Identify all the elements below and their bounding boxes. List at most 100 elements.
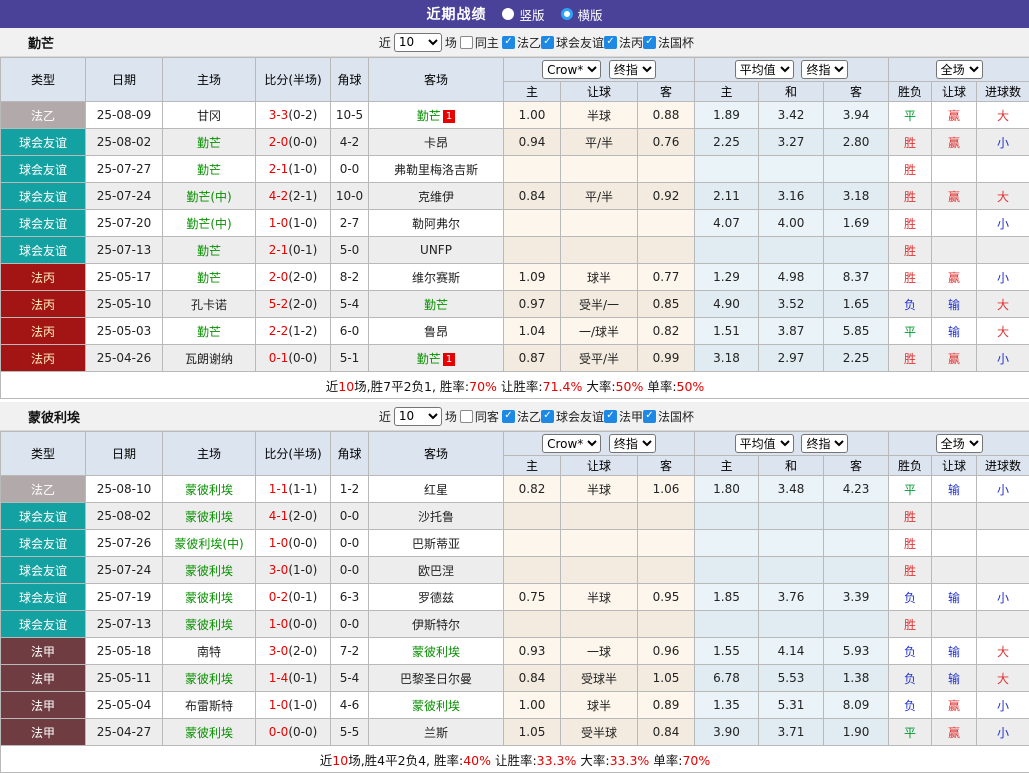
layout-vertical-option[interactable]: 竖版 <box>502 5 544 24</box>
avg-home-odds: 2.25 <box>695 129 759 156</box>
odds-time-select[interactable]: 终指 <box>609 60 656 79</box>
halftime-score: (1-1) <box>288 482 317 496</box>
score-cell: 2-0(0-0) <box>256 129 331 156</box>
handicap-line: 球半 <box>561 692 638 719</box>
halftime-score: (0-0) <box>288 617 317 631</box>
scope-select[interactable]: 全场 <box>936 434 983 453</box>
column-header-date: 日期 <box>86 432 163 476</box>
radio-selected-icon[interactable] <box>561 8 573 20</box>
match-date: 25-05-04 <box>86 692 163 719</box>
match-row: 球会友谊25-07-13勤芒2-1(0-1)5-0UNFP胜 <box>1 237 1029 264</box>
checkbox-icon[interactable] <box>502 36 515 49</box>
league-badge: 球会友谊 <box>1 210 86 237</box>
subheader-avg-home: 主 <box>695 456 759 476</box>
match-date: 25-07-24 <box>86 557 163 584</box>
column-header-home: 主场 <box>163 432 256 476</box>
checkbox-icon[interactable] <box>604 36 617 49</box>
league-filter[interactable]: 球会友谊 <box>541 34 604 51</box>
team-section: 蒙彼利埃 近 10 场 同客 法乙球会友谊法甲法国杯 <box>0 402 1029 773</box>
summary-part: 33.3% <box>537 753 577 768</box>
same-venue-checkbox-icon[interactable] <box>460 410 473 423</box>
score-cell: 1-0(0-0) <box>256 611 331 638</box>
match-row: 法丙25-05-03勤芒2-2(1-2)6-0鲁昂1.04一/球半0.821.5… <box>1 318 1029 345</box>
checkbox-icon[interactable] <box>502 410 515 423</box>
score-cell: 0-0(0-0) <box>256 719 331 746</box>
home-team: 蒙彼利埃 <box>163 503 256 530</box>
match-row: 球会友谊25-07-24勤芒(中)4-2(2-1)10-0克维伊0.84平/半0… <box>1 183 1029 210</box>
result-handicap: 赢 <box>932 102 977 129</box>
league-filter-label: 球会友谊 <box>556 34 604 51</box>
column-header-score: 比分(半场) <box>256 58 331 102</box>
league-filter[interactable]: 法丙 <box>604 34 643 51</box>
avg-home-odds: 2.11 <box>695 183 759 210</box>
avg-draw-odds: 3.42 <box>759 102 824 129</box>
avg-time-select[interactable]: 终指 <box>801 60 848 79</box>
same-venue-filter[interactable]: 同主 <box>460 34 499 51</box>
games-label: 场 <box>445 34 457 51</box>
away-team: 勤芒 <box>369 291 504 318</box>
league-filter[interactable]: 法国杯 <box>643 34 694 51</box>
filters: 近 10 场 同主 法乙球会友谊法丙法国杯 <box>379 33 694 52</box>
league-filter[interactable]: 球会友谊 <box>541 408 604 425</box>
match-count-select[interactable]: 10 <box>394 407 442 426</box>
match-count-select[interactable]: 10 <box>394 33 442 52</box>
league-filter[interactable]: 法甲 <box>604 408 643 425</box>
odds-source-select[interactable]: Crow* <box>542 60 601 79</box>
league-filter[interactable]: 法国杯 <box>643 408 694 425</box>
result-goals <box>977 156 1029 183</box>
handicap-home-odds: 1.04 <box>504 318 561 345</box>
near-label: 近 <box>379 408 391 425</box>
handicap-away-odds: 0.77 <box>638 264 695 291</box>
result-goals <box>977 530 1029 557</box>
league-badge: 法丙 <box>1 264 86 291</box>
result-outcome: 胜 <box>889 503 932 530</box>
league-filter[interactable]: 法乙 <box>502 408 541 425</box>
checkbox-icon[interactable] <box>541 410 554 423</box>
avg-source-select[interactable]: 平均值 <box>735 60 794 79</box>
league-badge: 法丙 <box>1 345 86 372</box>
score-cell: 1-0(0-0) <box>256 530 331 557</box>
checkbox-icon[interactable] <box>604 410 617 423</box>
avg-away-odds: 1.90 <box>824 719 889 746</box>
match-row: 法甲25-04-27蒙彼利埃0-0(0-0)5-5兰斯1.05受半球0.843.… <box>1 719 1029 746</box>
away-team: 红星 <box>369 476 504 503</box>
result-handicap: 输 <box>932 291 977 318</box>
league-filter-label: 法国杯 <box>658 408 694 425</box>
same-venue-filter[interactable]: 同客 <box>460 408 499 425</box>
checkbox-icon[interactable] <box>643 36 656 49</box>
corner-cell: 0-0 <box>331 557 369 584</box>
league-filter-label: 法国杯 <box>658 34 694 51</box>
home-team: 甘冈 <box>163 102 256 129</box>
layout-horizontal-option[interactable]: 横版 <box>561 5 603 24</box>
checkbox-icon[interactable] <box>643 410 656 423</box>
away-team: 卡昂 <box>369 129 504 156</box>
scope-select[interactable]: 全场 <box>936 60 983 79</box>
avg-draw-odds: 5.31 <box>759 692 824 719</box>
avg-away-odds: 8.09 <box>824 692 889 719</box>
score-cell: 3-3(0-2) <box>256 102 331 129</box>
league-filter[interactable]: 法乙 <box>502 34 541 51</box>
scope-group-header: 全场 <box>889 432 1029 456</box>
avg-away-odds <box>824 611 889 638</box>
handicap-line: 平/半 <box>561 183 638 210</box>
same-venue-label: 同主 <box>475 34 499 51</box>
checkbox-icon[interactable] <box>541 36 554 49</box>
match-row: 法丙25-05-10孔卡诺5-2(2-0)5-4勤芒0.97受半/一0.854.… <box>1 291 1029 318</box>
result-outcome: 平 <box>889 719 932 746</box>
radio-unselected-icon[interactable] <box>502 8 514 20</box>
away-team: 克维伊 <box>369 183 504 210</box>
league-filter-label: 法丙 <box>619 34 643 51</box>
odds-time-select[interactable]: 终指 <box>609 434 656 453</box>
same-venue-checkbox-icon[interactable] <box>460 36 473 49</box>
avg-time-select[interactable]: 终指 <box>801 434 848 453</box>
match-date: 25-08-02 <box>86 503 163 530</box>
halftime-score: (0-0) <box>288 135 317 149</box>
result-outcome: 胜 <box>889 345 932 372</box>
corner-cell: 1-2 <box>331 476 369 503</box>
handicap-away-odds: 0.84 <box>638 719 695 746</box>
match-date: 25-05-18 <box>86 638 163 665</box>
avg-source-select[interactable]: 平均值 <box>735 434 794 453</box>
score-cell: 2-1(0-1) <box>256 237 331 264</box>
match-date: 25-08-10 <box>86 476 163 503</box>
odds-source-select[interactable]: Crow* <box>542 434 601 453</box>
